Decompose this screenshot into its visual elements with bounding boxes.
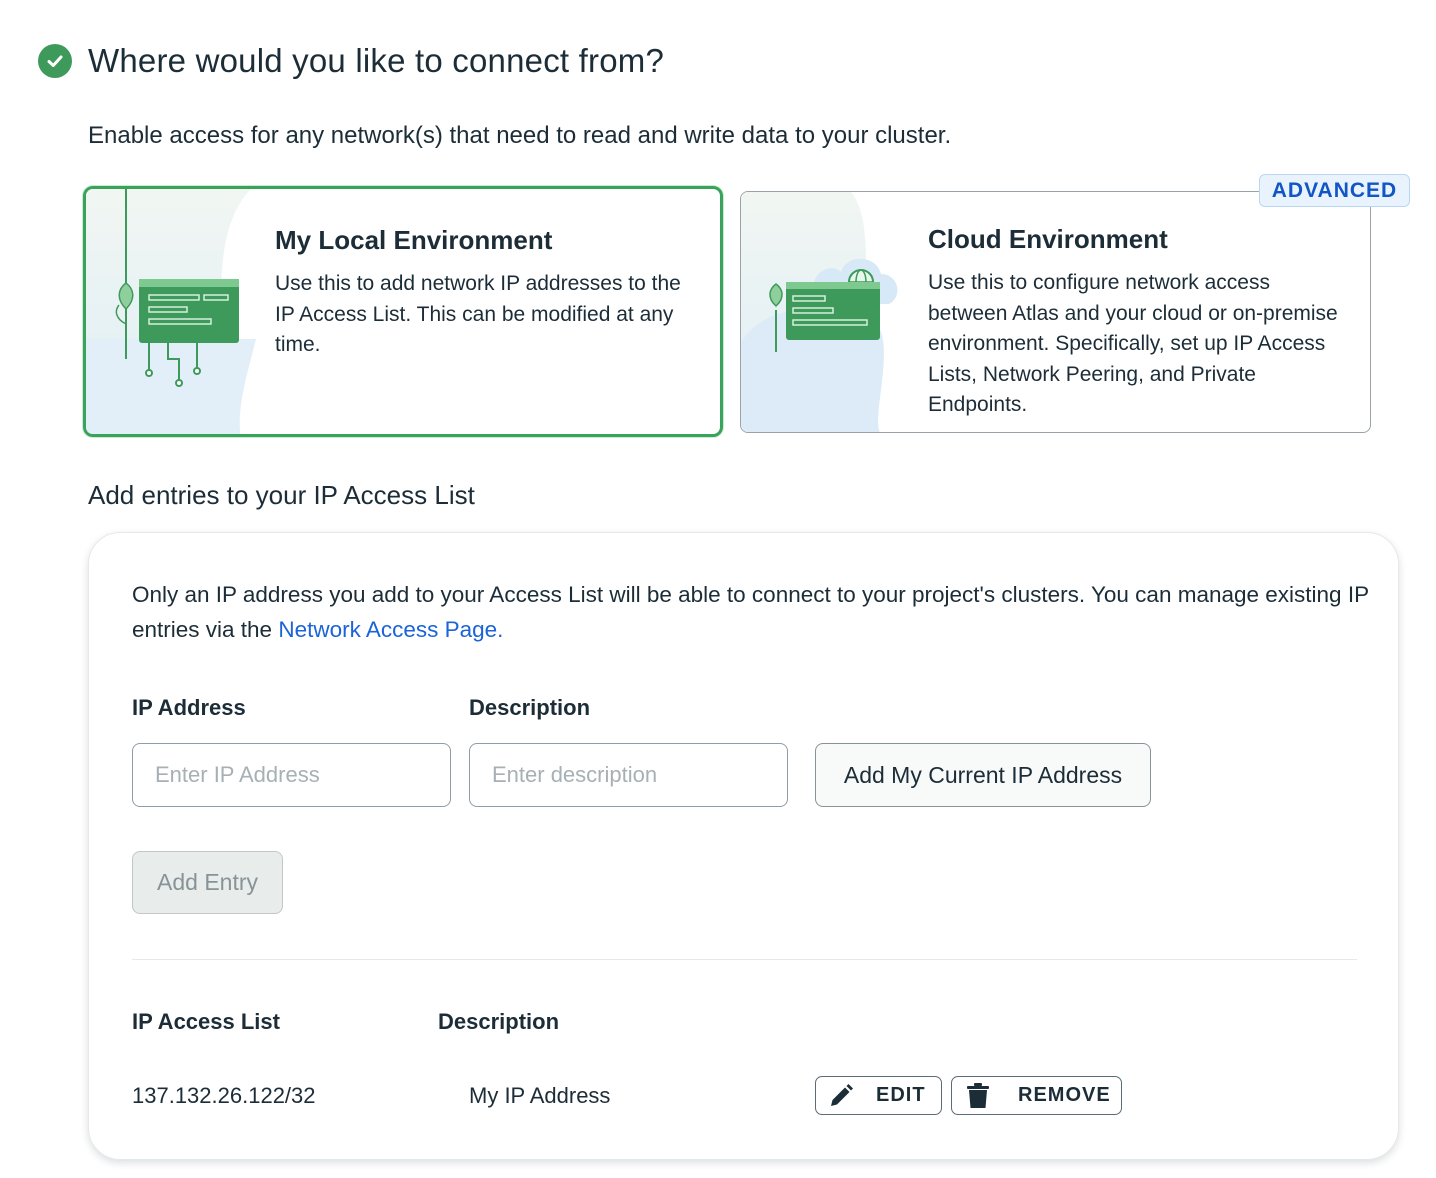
section-heading: Add entries to your IP Access List xyxy=(88,480,475,510)
network-access-page-link[interactable]: Network Access Page. xyxy=(278,617,503,642)
description-label: Description xyxy=(469,695,591,720)
cloud-environment-title: Cloud Environment xyxy=(928,224,1168,254)
step-intro: Enable access for any network(s) that ne… xyxy=(88,122,952,149)
local-environment-title: My Local Environment xyxy=(275,225,553,255)
local-environment-card[interactable]: My Local Environment Use this to add net… xyxy=(83,186,723,437)
trash-icon xyxy=(966,1082,990,1109)
step-header: Where would you like to connect from? xyxy=(38,42,664,80)
edit-button[interactable]: EDIT xyxy=(815,1076,942,1115)
ip-access-list-column-header: IP Access List xyxy=(132,1009,280,1034)
local-environment-description: Use this to add network IP addresses to … xyxy=(275,272,681,356)
description-input[interactable] xyxy=(469,743,788,807)
remove-button[interactable]: REMOVE xyxy=(951,1076,1122,1115)
advanced-badge: ADVANCED xyxy=(1259,174,1410,207)
edit-label: EDIT xyxy=(876,1084,926,1106)
access-list-note: Only an IP address you add to your Acces… xyxy=(132,577,1372,647)
description-column-header: Description xyxy=(438,1009,560,1034)
step-title: Where would you like to connect from? xyxy=(88,42,665,79)
description-cell: My IP Address xyxy=(469,1083,611,1108)
pencil-icon xyxy=(828,1083,854,1109)
local-environment-illustration xyxy=(86,189,256,434)
divider xyxy=(132,959,1357,960)
cloud-environment-description: Use this to configure network access bet… xyxy=(928,271,1338,416)
ip-cell: 137.132.26.122/32 xyxy=(132,1083,316,1108)
cloud-environment-card[interactable]: Cloud Environment Use this to configure … xyxy=(740,191,1371,433)
check-circle-icon xyxy=(38,44,72,78)
ip-access-list-panel: Only an IP address you add to your Acces… xyxy=(88,532,1399,1160)
cloud-environment-illustration xyxy=(741,192,898,432)
remove-label: REMOVE xyxy=(1018,1084,1111,1106)
add-entry-button[interactable]: Add Entry xyxy=(132,851,283,914)
ip-address-input[interactable] xyxy=(132,743,451,807)
ip-address-label: IP Address xyxy=(132,695,246,720)
add-current-ip-button[interactable]: Add My Current IP Address xyxy=(815,743,1151,807)
